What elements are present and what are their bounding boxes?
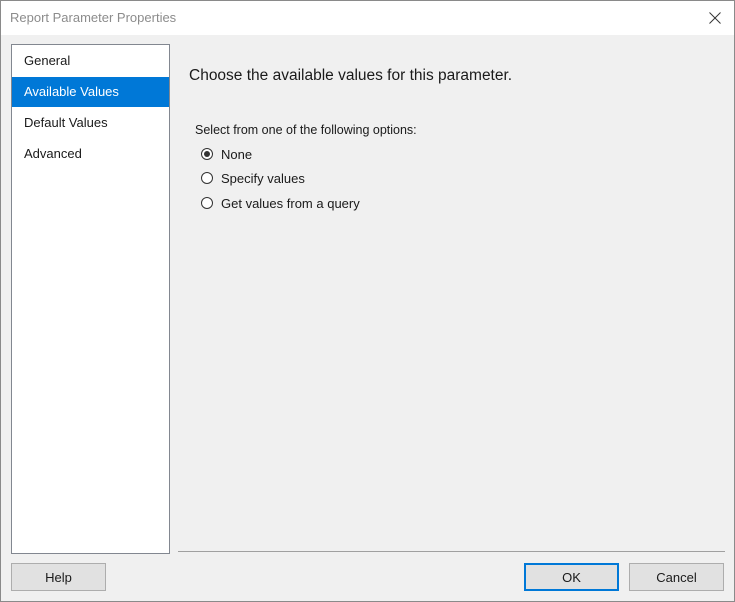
title-bar: Report Parameter Properties xyxy=(1,1,734,35)
nav-item-general[interactable]: General xyxy=(12,46,169,76)
page-heading: Choose the available values for this par… xyxy=(189,67,513,84)
window-title: Report Parameter Properties xyxy=(10,10,177,25)
page-nav-list: General Available Values Default Values … xyxy=(11,44,170,554)
cancel-button[interactable]: Cancel xyxy=(629,563,724,591)
options-label: Select from one of the following options… xyxy=(195,123,417,137)
radio-button[interactable] xyxy=(201,172,213,184)
radio-label: None xyxy=(221,146,253,162)
nav-item-available-values[interactable]: Available Values xyxy=(12,77,169,107)
nav-item-label: Available Values xyxy=(24,84,119,99)
radio-dot-icon xyxy=(204,151,210,157)
radio-get-values-from-query[interactable]: Get values from a query xyxy=(201,194,360,212)
close-button[interactable] xyxy=(702,5,728,31)
nav-item-advanced[interactable]: Advanced xyxy=(12,139,169,169)
radio-button[interactable] xyxy=(201,197,213,209)
nav-item-label: Advanced xyxy=(24,146,82,161)
radio-none[interactable]: None xyxy=(201,145,252,163)
footer-divider xyxy=(178,551,725,552)
radio-specify-values[interactable]: Specify values xyxy=(201,169,305,187)
nav-item-default-values[interactable]: Default Values xyxy=(12,108,169,138)
radio-button-checked[interactable] xyxy=(201,148,213,160)
dialog-window: Report Parameter Properties General Avai… xyxy=(0,0,735,602)
radio-label: Get values from a query xyxy=(221,195,360,211)
close-icon xyxy=(709,12,721,24)
help-button[interactable]: Help xyxy=(11,563,106,591)
ok-button[interactable]: OK xyxy=(524,563,619,591)
nav-item-label: Default Values xyxy=(24,115,108,130)
radio-label: Specify values xyxy=(221,170,305,186)
nav-item-label: General xyxy=(24,53,71,68)
